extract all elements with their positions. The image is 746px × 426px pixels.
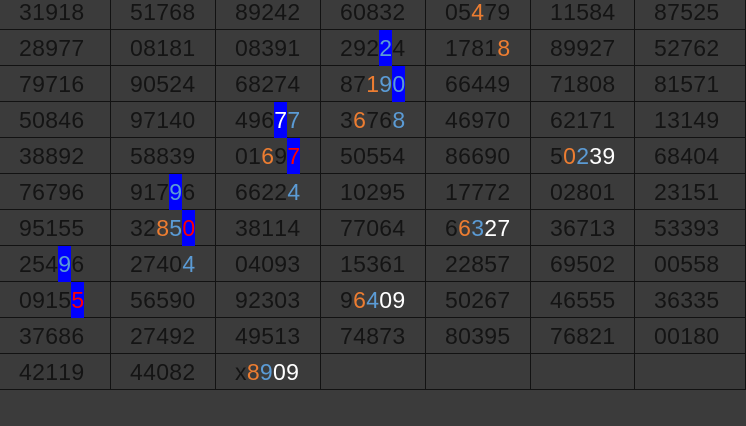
sheet-cell[interactable]: 97140 [111, 102, 216, 138]
sheet-cell[interactable]: 23151 [635, 174, 746, 210]
sheet-cell[interactable]: 08181 [111, 30, 216, 66]
sheet-cell[interactable]: 80395 [426, 318, 531, 354]
sheet-cell[interactable]: 90524 [111, 66, 216, 102]
sheet-cell[interactable]: 66327 [426, 210, 531, 246]
sheet-cell[interactable]: 69502 [531, 246, 635, 282]
sheet-cell[interactable]: 10295 [321, 174, 426, 210]
sheet-cell[interactable]: 95155 [0, 210, 111, 246]
sheet-cell[interactable]: 49513 [216, 318, 321, 354]
sheet-cell[interactable]: 15361 [321, 246, 426, 282]
sheet-cell[interactable]: 50239 [531, 138, 635, 174]
sheet-cell[interactable]: 04093 [216, 246, 321, 282]
sheet-cell[interactable]: 27492 [111, 318, 216, 354]
sheet-bottom-edge [0, 416, 746, 426]
sheet-row: 42119 44082 x8909 [0, 354, 746, 390]
sheet-cell[interactable]: 29224 [321, 30, 426, 66]
sheet-cell[interactable]: 60832 [321, 0, 426, 30]
sheet-cell[interactable]: 22857 [426, 246, 531, 282]
sheet-cell[interactable] [635, 354, 746, 390]
sheet-cell[interactable] [531, 354, 635, 390]
sheet-cell[interactable]: 37686 [0, 318, 111, 354]
sheet-cell[interactable]: 86690 [426, 138, 531, 174]
sheet-cell[interactable]: 31918 [0, 0, 111, 30]
sheet-cell[interactable]: 52762 [635, 30, 746, 66]
sheet-cell[interactable]: 11584 [531, 0, 635, 30]
sheet-cell[interactable]: 32850 [111, 210, 216, 246]
sheet-row: 37686 27492 49513 74873 80395 76821 00180 [0, 318, 746, 354]
sheet-cell[interactable]: 17818 [426, 30, 531, 66]
sheet-cell[interactable]: 01697 [216, 138, 321, 174]
sheet-cell[interactable]: 27404 [111, 246, 216, 282]
sheet-cell[interactable]: 71808 [531, 66, 635, 102]
sheet-cell[interactable]: 02801 [531, 174, 635, 210]
sheet-cell[interactable]: 46970 [426, 102, 531, 138]
sheet-cell[interactable]: 96409 [321, 282, 426, 318]
sheet-cell[interactable] [321, 354, 426, 390]
sheet-cell[interactable]: 08391 [216, 30, 321, 66]
sheet-cell[interactable]: 42119 [0, 354, 111, 390]
sheet-cell[interactable]: 38892 [0, 138, 111, 174]
sheet-cell[interactable]: 49677 [216, 102, 321, 138]
sheet-row: 76796 91796 66224 10295 17772 02801 23151 [0, 174, 746, 210]
sheet-cell[interactable]: 76796 [0, 174, 111, 210]
sheet-cell[interactable]: 89927 [531, 30, 635, 66]
sheet-row: 31918 51768 89242 60832 05479 11584 87525 [0, 0, 746, 30]
sheet-row: 50846 97140 49677 36768 46970 62171 13149 [0, 102, 746, 138]
sheet-cell[interactable] [426, 354, 531, 390]
sheet-cell[interactable]: 56590 [111, 282, 216, 318]
sheet-cell[interactable]: 91796 [111, 174, 216, 210]
sheet-cell[interactable]: 05479 [426, 0, 531, 30]
sheet-cell[interactable]: 13149 [635, 102, 746, 138]
sheet-row: 25496 27404 04093 15361 22857 69502 00558 [0, 246, 746, 282]
sheet-cell[interactable]: 00180 [635, 318, 746, 354]
sheet-cell[interactable]: 36335 [635, 282, 746, 318]
sheet-row: 95155 32850 38114 77064 66327 36713 53393 [0, 210, 746, 246]
sheet-cell[interactable]: 68274 [216, 66, 321, 102]
sheet-cell[interactable]: 66224 [216, 174, 321, 210]
sheet-cell[interactable]: 74873 [321, 318, 426, 354]
sheet-cell[interactable]: 58839 [111, 138, 216, 174]
sheet-cell[interactable]: 87190 [321, 66, 426, 102]
sheet-row: 38892 58839 01697 50554 86690 50239 68404 [0, 138, 746, 174]
sheet-cell[interactable]: 66449 [426, 66, 531, 102]
sheet-cell[interactable]: 50554 [321, 138, 426, 174]
sheet-cell[interactable]: 53393 [635, 210, 746, 246]
sheet-cell[interactable]: 62171 [531, 102, 635, 138]
sheet-cell[interactable]: 87525 [635, 0, 746, 30]
sheet-cell[interactable]: 25496 [0, 246, 111, 282]
sheet-cell[interactable]: 17772 [426, 174, 531, 210]
sheet-cell[interactable]: 81571 [635, 66, 746, 102]
sheet-cell[interactable]: 76821 [531, 318, 635, 354]
sheet-cell[interactable]: 68404 [635, 138, 746, 174]
sheet-cell[interactable]: 89242 [216, 0, 321, 30]
sheet-row: 09155 56590 92303 96409 50267 46555 36335 [0, 282, 746, 318]
sheet-cell[interactable]: 00558 [635, 246, 746, 282]
sheet-cell[interactable]: 28977 [0, 30, 111, 66]
sheet-cell[interactable]: 46555 [531, 282, 635, 318]
sheet-row: 79716 90524 68274 87190 66449 71808 81571 [0, 66, 746, 102]
sheet-row: 28977 08181 08391 29224 17818 89927 52762 [0, 30, 746, 66]
sheet-cell[interactable]: 38114 [216, 210, 321, 246]
sheet-cell[interactable]: 36713 [531, 210, 635, 246]
sheet-cell[interactable]: 09155 [0, 282, 111, 318]
sheet-cell[interactable]: 44082 [111, 354, 216, 390]
sheet-cell[interactable]: 77064 [321, 210, 426, 246]
sheet-cell[interactable]: x8909 [216, 354, 321, 390]
spreadsheet-grid[interactable]: 31918 51768 89242 60832 05479 11584 87525 28977… [0, 0, 746, 426]
sheet-cell[interactable]: 50846 [0, 102, 111, 138]
sheet-cell[interactable]: 92303 [216, 282, 321, 318]
sheet-cell[interactable]: 50267 [426, 282, 531, 318]
sheet-cell[interactable]: 79716 [0, 66, 111, 102]
sheet-cell[interactable]: 36768 [321, 102, 426, 138]
sheet-cell[interactable]: 51768 [111, 0, 216, 30]
